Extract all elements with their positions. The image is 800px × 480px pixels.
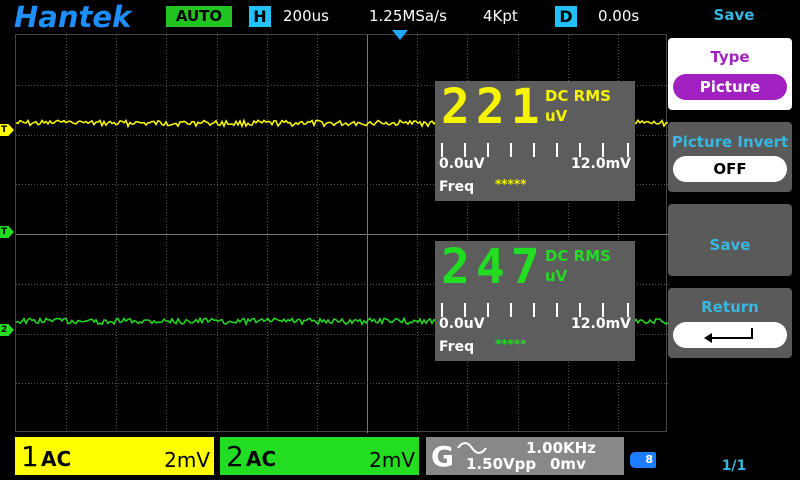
- ch1-volts-div: 2mV: [164, 448, 210, 472]
- ch1-meter-freq-label: Freq: [439, 179, 475, 195]
- ch2-level-marker[interactable]: 2: [0, 324, 14, 336]
- ch2-number: 2: [226, 440, 244, 473]
- picture-invert-value: OFF: [673, 156, 787, 182]
- return-label: Return: [701, 298, 759, 316]
- ch1-meter-panel: 221 DC RMS uV 0.0uV 12.0mV Freq *****: [435, 81, 635, 201]
- save-label: Save: [709, 236, 751, 254]
- generator-source: G: [431, 440, 454, 473]
- ch1-meter-scale: [439, 141, 631, 157]
- type-softkey[interactable]: Type Picture: [668, 38, 792, 110]
- delay-value: 0.00s: [598, 7, 640, 25]
- sine-wave-icon: [457, 442, 487, 454]
- ch2-meter-freq-label: Freq: [439, 339, 475, 355]
- picture-invert-softkey[interactable]: Picture Invert OFF: [668, 122, 792, 192]
- return-arrow-icon: [704, 328, 753, 343]
- menu-page-indicator: 1/1: [721, 458, 747, 474]
- ch2-status-box[interactable]: 2 AC 2mV: [220, 437, 419, 475]
- acquire-mode-badge: AUTO: [166, 6, 232, 27]
- ch2-meter-scale-max: 12.0mV: [571, 316, 631, 332]
- ch2-meter-scale: [439, 301, 631, 317]
- return-arrow-pill: [673, 322, 787, 348]
- ch1-number: 1: [21, 440, 39, 473]
- save-softkey[interactable]: Save: [668, 204, 792, 276]
- return-softkey[interactable]: Return: [668, 288, 792, 358]
- timebase-value: 200us: [283, 7, 329, 25]
- horizontal-tag: H: [249, 6, 271, 27]
- trigger-position-marker[interactable]: [392, 30, 408, 40]
- softkey-menu: Save Type Picture Picture Invert OFF Sav…: [668, 0, 800, 480]
- ch1-coupling: AC: [41, 447, 72, 471]
- ch1-meter-scale-max: 12.0mV: [571, 156, 631, 172]
- ch1-meter-digits: 221: [441, 79, 546, 135]
- picture-invert-label: Picture Invert: [671, 133, 789, 151]
- generator-status-box[interactable]: G 1.00KHz 1.50Vpp 0mv: [426, 437, 624, 475]
- type-value-pill: Picture: [673, 74, 787, 100]
- battery-icon: 8: [630, 452, 656, 468]
- ch2-meter-digits: 247: [441, 239, 546, 295]
- ch1-meter-scale-min: 0.0uV: [439, 156, 485, 172]
- ch2-meter-freq-value: *****: [495, 337, 527, 351]
- generator-amplitude: 1.50Vpp: [466, 455, 537, 473]
- memory-depth-value: 4Kpt: [483, 7, 518, 25]
- generator-offset: 0mv: [550, 455, 586, 473]
- menu-title: Save: [713, 6, 755, 24]
- ch2-meter-panel: 247 DC RMS uV 0.0uV 12.0mV Freq *****: [435, 241, 635, 361]
- ch1-meter-type: DC RMS: [545, 87, 611, 105]
- ch2-volts-div: 2mV: [369, 448, 415, 472]
- delay-tag: D: [555, 6, 577, 27]
- ch1-level-marker[interactable]: T: [0, 124, 14, 136]
- ch1-meter-freq-value: *****: [495, 177, 527, 191]
- sample-rate-value: 1.25MSa/s: [369, 7, 447, 25]
- ch2-meter-type: DC RMS: [545, 247, 611, 265]
- ch2-coupling: AC: [246, 447, 277, 471]
- ch1-meter-unit: uV: [545, 107, 568, 125]
- status-bar: Hantek AUTO H 200us 1.25MSa/s 4Kpt D 0.0…: [0, 0, 668, 34]
- ch2-meter-unit: uV: [545, 267, 568, 285]
- type-label: Type: [710, 48, 750, 66]
- trigger-level-marker[interactable]: T: [0, 226, 14, 238]
- battery-label: 8: [645, 453, 653, 466]
- ch2-meter-scale-min: 0.0uV: [439, 316, 485, 332]
- brand-logo: Hantek: [14, 0, 132, 34]
- ch1-status-box[interactable]: 1 AC 2mV: [15, 437, 214, 475]
